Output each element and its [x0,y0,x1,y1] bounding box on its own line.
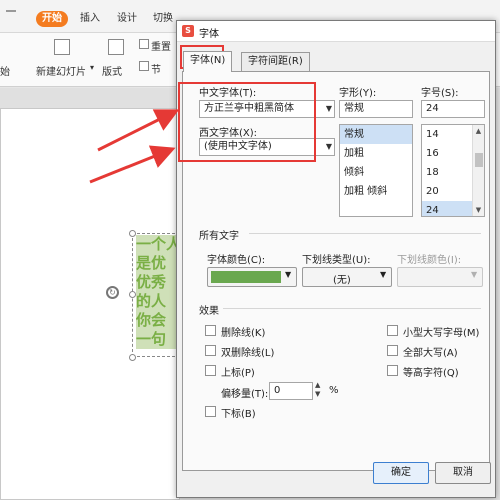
tab-font[interactable]: 字体(N) [183,51,233,72]
annotation-arrows [89,109,180,184]
annotation-arrow [97,109,180,152]
annotation-arrow [89,145,176,184]
